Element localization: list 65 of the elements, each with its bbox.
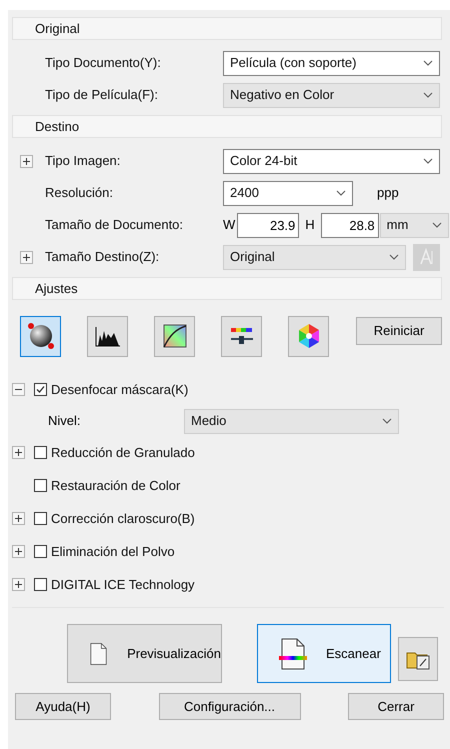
checkbox-label: Reducción de Granulado bbox=[51, 444, 195, 462]
dropdown[interactable]: Negativo en Color bbox=[223, 82, 440, 108]
sphere-icon bbox=[26, 321, 56, 351]
dropdown[interactable]: Color 24-bit bbox=[223, 148, 440, 174]
field-label: Tipo Documento(Y): bbox=[45, 54, 161, 72]
checkbox[interactable] bbox=[34, 578, 47, 591]
field-label: Tipo Imagen: bbox=[45, 152, 120, 170]
chevron-down-icon bbox=[423, 92, 433, 98]
curve-icon bbox=[162, 323, 188, 349]
footer-button[interactable]: Ayuda(H) bbox=[15, 693, 111, 720]
chevron-down-icon bbox=[389, 254, 399, 260]
expand-icon[interactable] bbox=[20, 154, 33, 168]
checkbox[interactable] bbox=[34, 479, 47, 492]
width-label: W bbox=[223, 216, 236, 234]
dropdown[interactable]: 2400 bbox=[223, 180, 353, 206]
checkbox-label: Eliminación del Polvo bbox=[51, 542, 175, 561]
height-field[interactable]: 28.8 bbox=[320, 212, 379, 238]
scan-button[interactable]: Escanear bbox=[257, 624, 391, 683]
checkbox-label: Restauración de Color bbox=[51, 476, 180, 495]
height-label: H bbox=[305, 216, 315, 234]
footer-button[interactable]: Configuración... bbox=[158, 693, 300, 720]
field-label: Resolución: bbox=[45, 184, 113, 202]
folder-button[interactable] bbox=[398, 636, 438, 680]
chevron-down-icon bbox=[382, 418, 392, 424]
chevron-down-icon bbox=[423, 158, 433, 164]
field-label: Tipo de Película(F): bbox=[45, 86, 158, 104]
expand-icon[interactable] bbox=[12, 545, 25, 558]
chevron-down-icon bbox=[336, 190, 346, 196]
dropdown[interactable]: Película (con soporte) bbox=[223, 50, 440, 76]
checkbox[interactable] bbox=[34, 446, 47, 459]
checkbox[interactable] bbox=[34, 512, 47, 525]
dropdown[interactable]: Medio bbox=[184, 408, 399, 434]
preview-button[interactable]: Previsualización bbox=[67, 624, 222, 683]
expand-icon[interactable] bbox=[20, 250, 33, 264]
tool-button[interactable] bbox=[87, 316, 128, 356]
section-header: Ajustes bbox=[12, 277, 442, 300]
width-field[interactable]: 23.9 bbox=[237, 212, 300, 238]
section-header: Original bbox=[12, 17, 442, 40]
dropdown[interactable]: mm bbox=[380, 212, 449, 238]
reset-button[interactable]: Reiniciar bbox=[356, 317, 442, 345]
color-slider-icon bbox=[228, 325, 254, 347]
chevron-down-icon bbox=[423, 60, 433, 66]
histogram-icon bbox=[94, 325, 120, 347]
tool-button[interactable] bbox=[288, 316, 329, 356]
checkbox-label: Corrección claroscuro(B) bbox=[51, 510, 195, 528]
checkbox-label: Desenfocar máscara(K) bbox=[51, 380, 188, 399]
unit-label: ppp bbox=[377, 184, 399, 202]
collapse-icon[interactable] bbox=[12, 383, 25, 396]
expand-icon[interactable] bbox=[12, 578, 25, 591]
expand-icon[interactable] bbox=[12, 512, 25, 525]
tool-button[interactable] bbox=[154, 316, 195, 356]
field-label: Tamaño de Documento: bbox=[45, 216, 184, 234]
tool-button[interactable] bbox=[221, 316, 262, 356]
expand-icon[interactable] bbox=[12, 446, 25, 459]
field-label: Tamaño Destino(Z): bbox=[45, 248, 160, 266]
tool-button[interactable] bbox=[20, 316, 61, 356]
scanned-page-icon bbox=[278, 636, 308, 670]
checkbox[interactable] bbox=[34, 383, 47, 396]
checkbox-label: DIGITAL ICE Technology bbox=[51, 576, 195, 594]
section-header: Destino bbox=[12, 115, 442, 138]
footer-button[interactable]: Cerrar bbox=[348, 693, 444, 720]
dropdown[interactable]: Original bbox=[223, 244, 406, 270]
checkbox[interactable] bbox=[34, 545, 47, 558]
chevron-down-icon bbox=[432, 222, 442, 228]
field-label: Nivel: bbox=[48, 412, 82, 430]
